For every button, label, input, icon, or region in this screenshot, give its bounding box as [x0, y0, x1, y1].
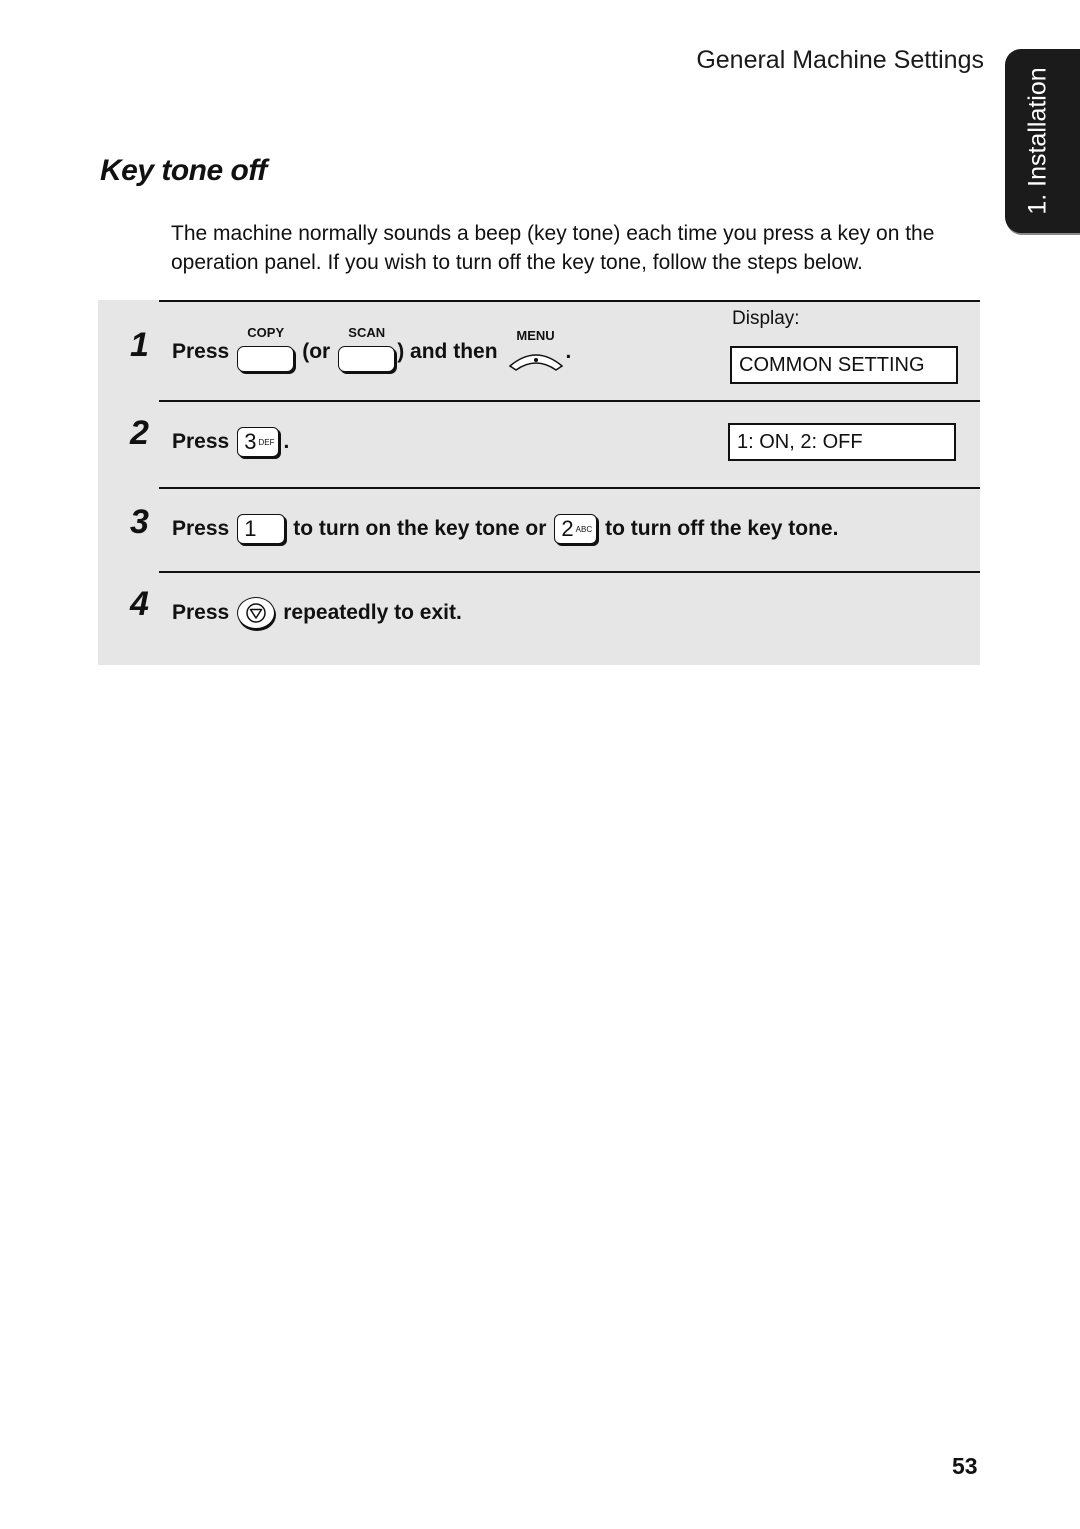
turn-on-text: to turn on the key tone or [293, 517, 547, 540]
step-number: 1 [130, 326, 149, 364]
section-title: Key tone off [100, 154, 267, 187]
step-instruction: Press 1 to turn on the key tone or 2 ABC… [172, 514, 846, 544]
scan-key-label: SCAN [348, 325, 386, 340]
step-number: 4 [130, 585, 149, 623]
key-1: 1 [237, 514, 286, 544]
key-digit: 3 [244, 429, 257, 454]
copy-key: COPY [237, 325, 295, 372]
step-2: 2 Press 3 DEF . 1: ON, 2: OFF [98, 400, 980, 487]
key-letters: ABC [575, 524, 593, 534]
menu-key: MENU [506, 328, 566, 372]
step-4: 4 Press repeatedly to exit. [98, 571, 980, 665]
key-3: 3 DEF [237, 427, 280, 457]
and-then-text: ) and then [397, 340, 498, 363]
copy-key-label: COPY [247, 325, 285, 340]
press-text: Press [172, 340, 230, 363]
key-digit: 1 [244, 516, 257, 541]
lcd-display: 1: ON, 2: OFF [728, 423, 956, 461]
menu-key-label: MENU [516, 328, 555, 343]
press-text: Press [172, 601, 230, 624]
step-1: 1 Press COPY (or SCAN ) and then MENU . … [98, 300, 980, 400]
scan-key: SCAN [338, 325, 396, 372]
chapter-tab-label: 1. Installation [1023, 67, 1052, 215]
stop-key [237, 597, 276, 629]
lcd-display: COMMON SETTING [730, 346, 958, 384]
or-text: (or [302, 340, 331, 363]
step-instruction: Press COPY (or SCAN ) and then MENU . [172, 325, 579, 372]
press-text: Press [172, 517, 230, 540]
step-number: 2 [130, 414, 149, 452]
steps-panel: Display: 1 Press COPY (or SCAN ) and the… [98, 300, 980, 665]
chapter-tab: 1. Installation [1005, 49, 1080, 233]
step-number: 3 [130, 503, 149, 541]
menu-key-icon [508, 354, 563, 371]
stop-icon [246, 603, 266, 623]
page-number: 53 [952, 1453, 978, 1479]
step-3: 3 Press 1 to turn on the key tone or 2 A… [98, 487, 980, 571]
key-digit: 2 [561, 516, 574, 541]
running-header: General Machine Settings [696, 46, 984, 74]
step-instruction: Press repeatedly to exit. [172, 597, 470, 629]
period: . [565, 340, 572, 363]
turn-off-text: to turn off the key tone. [605, 517, 839, 540]
step-instruction: Press 3 DEF . [172, 427, 297, 457]
key-letters: DEF [258, 437, 275, 447]
period: . [283, 430, 290, 453]
exit-text: repeatedly to exit. [283, 601, 462, 624]
press-text: Press [172, 430, 230, 453]
intro-paragraph: The machine normally sounds a beep (key … [171, 222, 935, 274]
key-2: 2 ABC [554, 514, 598, 544]
